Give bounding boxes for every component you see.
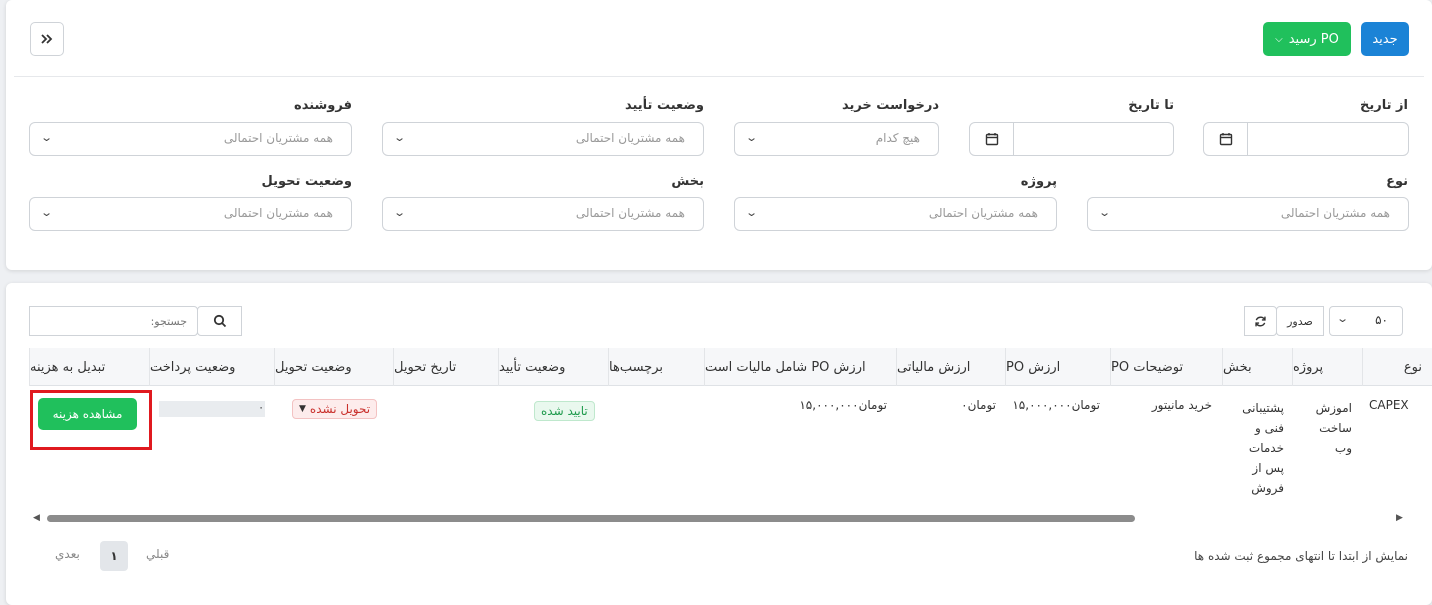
delivery-status-dropdown[interactable]: ▼ تحویل نشده [292, 399, 378, 419]
table-info: نمایش از ابتدا تا انتهای مجموع ثبت شده ه… [1194, 549, 1408, 563]
cell-tax-value: تومان۰ [961, 398, 996, 412]
cell-po-with-tax: تومان۱۵,۰۰۰,۰۰۰ [799, 398, 887, 412]
column-header-tax-value[interactable]: ارزش مالیاتی [896, 348, 1005, 386]
current-page-button[interactable]: ۱ [100, 541, 128, 571]
cell-project: اموزش ساخت وب [1315, 401, 1352, 455]
prev-page-button[interactable]: قبلي [146, 547, 169, 561]
double-chevron-icon [41, 34, 53, 44]
column-header-convert[interactable]: تبدیل به هزینه [29, 348, 149, 386]
type-value: همه مشتریان احتمالی [1280, 206, 1390, 220]
chevron-down-icon: ⌄ [393, 206, 407, 219]
column-header-tags[interactable]: برچسب‌ها [608, 348, 704, 386]
cell-po-value: تومان۱۵,۰۰۰,۰۰۰ [1012, 398, 1100, 412]
project-select[interactable]: همه مشتریان احتمالی ⌄ [734, 197, 1057, 231]
chevron-down-icon: ⌄ [1336, 312, 1350, 325]
filter-panel: ⌵ رسید PO جدید از تاریخ تا تاریخ درخواست… [6, 0, 1432, 270]
column-header-po-with-tax[interactable]: ارزش PO شامل مالیات است [704, 348, 896, 386]
chevron-down-icon: ⌄ [745, 131, 759, 144]
search-icon [213, 314, 226, 328]
divider [14, 76, 1424, 77]
delivery-status-select[interactable]: همه مشتریان احتمالی ⌄ [29, 197, 352, 231]
column-header-approval[interactable]: وضعیت تأیید [498, 348, 608, 386]
approval-status-select[interactable]: همه مشتریان احتمالی ⌄ [382, 122, 704, 156]
scroll-left-icon[interactable]: ◀ [33, 513, 40, 523]
delivery-status-value: همه مشتریان احتمالی [223, 206, 333, 220]
calendar-icon[interactable] [1204, 123, 1248, 155]
from-date-label: از تاریخ [1360, 98, 1408, 113]
view-expense-button[interactable]: مشاهده هزینه [38, 398, 137, 430]
project-label: پروژه [1020, 174, 1057, 189]
scroll-right-icon[interactable]: ▶ [1396, 513, 1403, 523]
purchase-request-select[interactable]: هیچ کدام ⌄ [734, 122, 939, 156]
po-receipt-label: رسید PO [1288, 31, 1339, 47]
vendor-label: فروشنده [294, 98, 352, 113]
po-receipt-dropdown[interactable]: ⌵ رسید PO [1263, 22, 1351, 56]
next-page-button[interactable]: بعدي [55, 547, 80, 561]
chevron-down-icon: ⌄ [745, 206, 759, 219]
refresh-icon [1255, 316, 1266, 326]
approval-status-value: همه مشتریان احتمالی [575, 131, 685, 145]
cell-description: خرید مانیتور [1151, 398, 1212, 412]
purchase-request-value: هیچ کدام [875, 131, 920, 145]
to-date-input[interactable] [969, 122, 1174, 156]
chevron-down-icon: ⌄ [393, 131, 407, 144]
approval-badge: تایید شده [534, 401, 595, 421]
department-label: بخش [671, 174, 704, 189]
department-value: همه مشتریان احتمالی [575, 206, 685, 220]
chevron-down-icon: ⌄ [40, 206, 54, 219]
cell-type: CAPEX [1369, 398, 1409, 412]
search-input[interactable] [29, 306, 198, 336]
calendar-icon[interactable] [970, 123, 1014, 155]
export-button[interactable]: صدور [1276, 306, 1324, 336]
cell-department: پشتیبانی فنی و خدمات پس از فروش [1242, 401, 1284, 495]
refresh-button[interactable] [1244, 306, 1277, 336]
vendor-select[interactable]: همه مشتریان احتمالی ⌄ [29, 122, 352, 156]
caret-down-icon: ▼ [299, 404, 306, 414]
column-header-project[interactable]: پروژه [1292, 348, 1362, 386]
cell-payment: ۰ [258, 401, 264, 414]
purchase-request-label: درخواست خرید [841, 98, 939, 113]
chevron-down-icon: ⌄ [40, 131, 54, 144]
page-size-select[interactable]: ۵۰ ⌄ [1329, 306, 1403, 336]
delivery-status-label: وضعیت تحویل [261, 174, 352, 189]
column-header-delivery-date[interactable]: تاریخ تحویل [393, 348, 498, 386]
chevron-down-icon: ⌵ [1275, 33, 1283, 45]
department-select[interactable]: همه مشتریان احتمالی ⌄ [382, 197, 704, 231]
type-label: نوع [1386, 174, 1408, 189]
column-header-payment-status[interactable]: وضعیت پرداخت [149, 348, 274, 386]
column-header-po-value[interactable]: ارزش PO [1005, 348, 1110, 386]
new-button[interactable]: جدید [1361, 22, 1409, 56]
collapse-button[interactable] [30, 22, 64, 56]
chevron-down-icon: ⌄ [1098, 206, 1112, 219]
column-header-delivery-status[interactable]: وضعیت تحویل [274, 348, 393, 386]
column-header-description[interactable]: توضیحات PO [1110, 348, 1222, 386]
page-size-value: ۵۰ [1375, 313, 1388, 327]
approval-status-label: وضعیت تأیید [624, 98, 704, 113]
type-select[interactable]: همه مشتریان احتمالی ⌄ [1087, 197, 1409, 231]
project-value: همه مشتریان احتمالی [928, 206, 1038, 220]
to-date-label: تا تاریخ [1128, 98, 1174, 113]
vendor-value: همه مشتریان احتمالی [223, 131, 333, 145]
scrollbar-thumb[interactable] [47, 515, 1135, 522]
column-header-type[interactable]: نوع [1362, 348, 1432, 386]
from-date-input[interactable] [1203, 122, 1409, 156]
search-button[interactable] [197, 306, 242, 336]
delivery-status-text: تحویل نشده [309, 402, 371, 416]
column-header-department[interactable]: بخش [1222, 348, 1292, 386]
